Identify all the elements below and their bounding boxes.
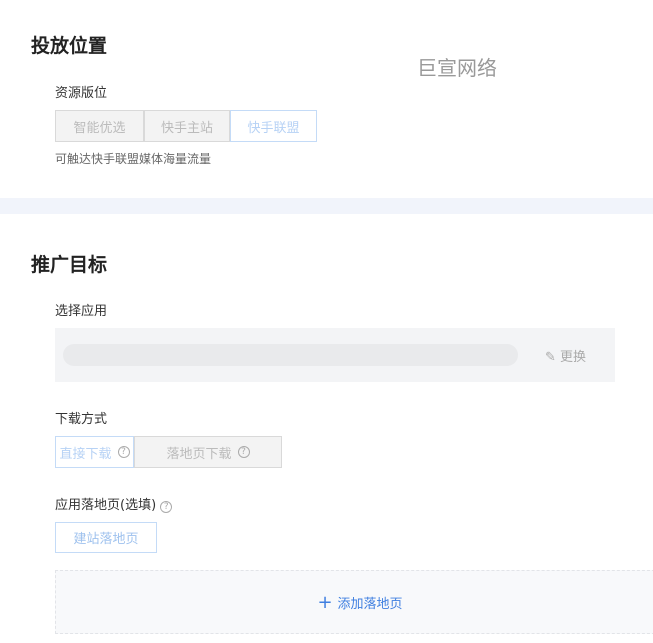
change-app-button[interactable]: ✎ 更换 bbox=[545, 346, 586, 365]
watermark: 巨宣网络 bbox=[417, 56, 497, 80]
selected-app-box: ✎ 更换 bbox=[55, 328, 615, 382]
option-direct-download[interactable]: 直接下载? bbox=[55, 436, 134, 468]
build-landing-page-button[interactable]: 建站落地页 bbox=[55, 522, 157, 553]
help-icon[interactable]: ? bbox=[237, 446, 250, 458]
app-label: 选择应用 bbox=[55, 304, 108, 319]
add-landing-page-button[interactable]: + 添加落地页 bbox=[55, 570, 653, 634]
edit-icon: ✎ bbox=[545, 350, 556, 365]
option-smart[interactable]: 智能优选 bbox=[55, 110, 144, 142]
section-title-placement: 投放位置 bbox=[31, 35, 108, 57]
resource-label: 资源版位 bbox=[55, 86, 108, 101]
option-landing-download[interactable]: 落地页下载? bbox=[134, 436, 282, 468]
app-name-blurred bbox=[63, 344, 518, 366]
landing-label: 应用落地页(选填) ? bbox=[55, 494, 173, 513]
resource-segmented-control: 智能优选 快手主站 快手联盟 bbox=[55, 110, 317, 142]
section-title-goal: 推广目标 bbox=[31, 254, 108, 276]
download-label: 下载方式 bbox=[55, 412, 108, 427]
option-kuaishou-main[interactable]: 快手主站 bbox=[144, 110, 230, 142]
help-icon[interactable]: ? bbox=[160, 501, 173, 513]
section-divider bbox=[0, 198, 653, 214]
option-kuaishou-union[interactable]: 快手联盟 bbox=[230, 110, 317, 142]
plus-icon: + bbox=[317, 591, 333, 613]
download-segmented-control: 直接下载? 落地页下载? bbox=[55, 436, 282, 468]
help-icon[interactable]: ? bbox=[117, 446, 130, 458]
placement-hint: 可触达快手联盟媒体海量流量 bbox=[55, 152, 212, 166]
